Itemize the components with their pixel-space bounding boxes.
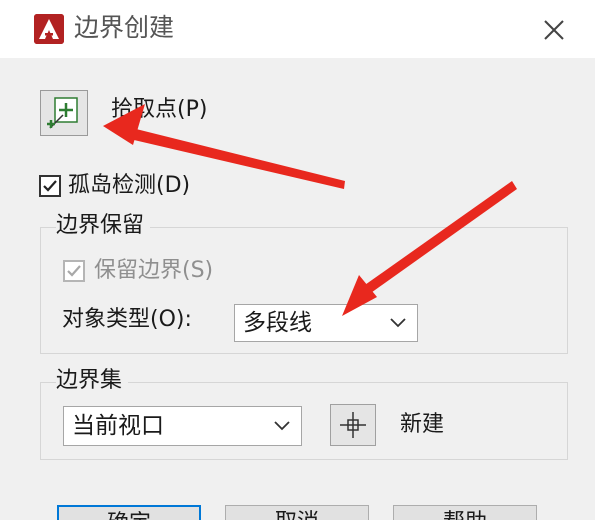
pick-points-label[interactable]: 拾取点(P) [111, 95, 207, 125]
boundary-set-select[interactable]: 当前视口 [63, 406, 302, 446]
dialog-title: 边界创建 [74, 13, 175, 42]
object-type-value: 多段线 [243, 310, 312, 336]
close-button[interactable] [536, 12, 572, 48]
object-type-select[interactable]: 多段线 [234, 304, 418, 342]
crosshair-icon [340, 412, 366, 438]
autocad-icon [34, 14, 64, 44]
island-detection-checkbox[interactable] [39, 175, 61, 197]
new-label: 新建 [400, 412, 445, 437]
ok-button[interactable]: 确定 [57, 505, 201, 520]
island-detection-label[interactable]: 孤岛检测(D) [68, 171, 190, 201]
checkmark-icon [67, 265, 81, 277]
boundary-set-title: 边界集 [56, 366, 129, 396]
title-bar[interactable]: 边界创建 [0, 0, 595, 58]
help-button[interactable]: 帮助 [393, 505, 537, 520]
boundary-creation-dialog: 边界创建 拾取点(P) 孤岛检测(D) 边界保留 保留边界(S) 对象类型(O)… [0, 0, 595, 520]
object-type-label: 对象类型(O): [62, 307, 192, 332]
pick-points-button[interactable] [40, 90, 88, 136]
boundary-set-value: 当前视口 [72, 413, 164, 439]
chevron-down-icon [390, 318, 406, 328]
checkmark-icon [43, 180, 57, 192]
close-icon [544, 20, 564, 40]
new-boundary-set-button[interactable] [330, 404, 376, 446]
background-strip [595, 0, 614, 520]
boundary-retention-title: 边界保留 [56, 211, 151, 241]
pick-points-icon [47, 97, 78, 129]
chevron-down-icon [274, 421, 290, 431]
retain-boundaries-label[interactable]: 保留边界(S) [94, 256, 213, 286]
retain-boundaries-checkbox[interactable] [63, 260, 85, 282]
cancel-button[interactable]: 取消 [225, 505, 369, 520]
